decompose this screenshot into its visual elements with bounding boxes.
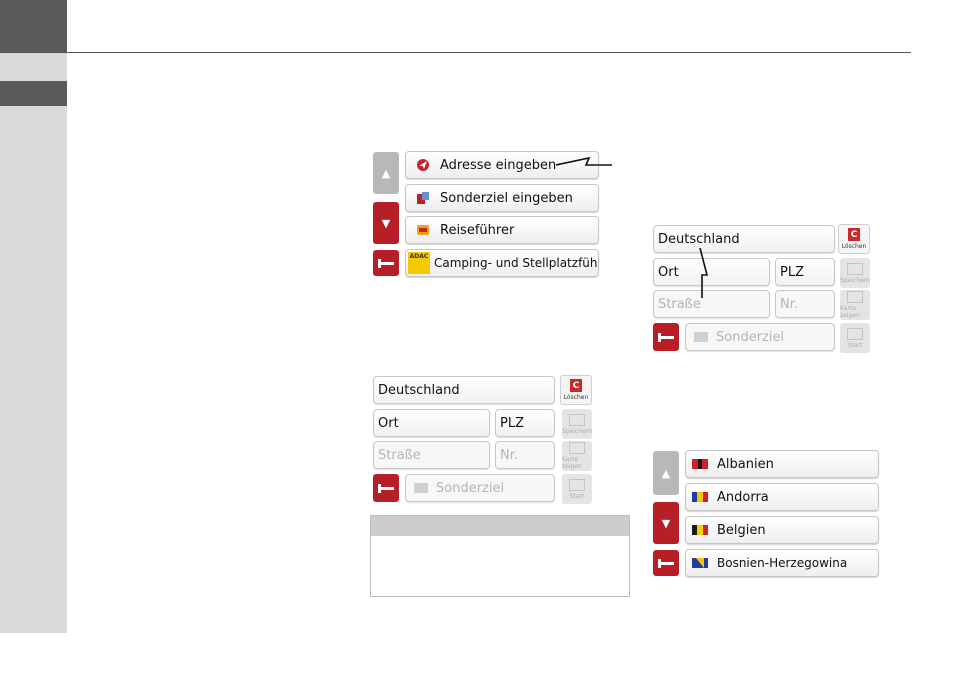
chevron-down-icon: ▼ — [661, 516, 671, 530]
poi-label: Sonderziel — [716, 329, 785, 345]
house-number-field[interactable]: Nr. — [775, 290, 835, 318]
note-box-header — [371, 516, 629, 536]
zip-label: PLZ — [780, 264, 804, 280]
country-label: Bosnien-Herzegowina — [717, 556, 848, 570]
back-button[interactable] — [653, 550, 679, 576]
country-item-albania[interactable]: Albanien — [685, 450, 879, 478]
header-rule — [0, 52, 911, 53]
scroll-down-button[interactable]: ▼ — [373, 202, 399, 244]
country-label: Andorra — [717, 489, 769, 505]
menu-item-poi[interactable]: Sonderziel eingeben — [405, 184, 599, 212]
country-item-belgium[interactable]: Belgien — [685, 516, 879, 544]
chevron-up-icon: ▲ — [661, 466, 671, 480]
poi-label: Sonderziel — [436, 480, 505, 496]
save-button[interactable]: Speichern — [840, 258, 870, 288]
house-number-label: Nr. — [500, 447, 519, 463]
start-icon — [569, 478, 585, 491]
save-label: Speichern — [840, 276, 870, 284]
save-icon — [847, 262, 863, 275]
map-icon — [569, 442, 585, 454]
back-button[interactable] — [373, 474, 399, 502]
clear-icon: C — [570, 379, 582, 392]
city-field[interactable]: Ort — [373, 409, 490, 437]
country-value: Deutschland — [658, 231, 740, 247]
start-label: Start — [847, 341, 863, 349]
start-button[interactable]: Start — [562, 474, 592, 504]
zip-field[interactable]: PLZ — [775, 258, 835, 286]
chapter-corner-block — [0, 0, 67, 52]
back-button[interactable] — [373, 250, 399, 276]
scroll-up-button[interactable]: ▲ — [653, 451, 679, 495]
menu-item-label: Adresse eingeben — [440, 157, 557, 173]
navigation-arrow-icon — [416, 158, 430, 172]
city-label: Ort — [658, 264, 679, 280]
back-arrow-icon — [377, 258, 394, 268]
delete-button[interactable]: C Löschen — [560, 375, 592, 405]
travel-guide-icon — [416, 223, 430, 237]
poi-icon — [414, 483, 428, 493]
callout-pointer — [699, 248, 709, 298]
country-label: Belgien — [717, 522, 766, 538]
clear-icon: C — [848, 228, 860, 241]
scroll-down-button[interactable]: ▼ — [653, 502, 679, 544]
poi-button[interactable]: Sonderziel — [405, 474, 555, 502]
country-value: Deutschland — [378, 382, 460, 398]
menu-item-label: Sonderziel eingeben — [440, 190, 573, 206]
menu-item-label: Camping- und Stellplatzführer — [434, 256, 599, 270]
map-label: Karte zeigen — [562, 456, 582, 470]
menu-item-label: Reiseführer — [440, 222, 515, 238]
street-field[interactable]: Straße — [373, 441, 490, 469]
street-label: Straße — [378, 447, 421, 463]
start-label: Start — [569, 492, 585, 500]
map-label: Karte zeigen — [840, 305, 860, 319]
save-icon — [569, 413, 585, 426]
delete-label: Löschen — [841, 243, 867, 250]
back-button[interactable] — [653, 323, 679, 351]
back-arrow-icon — [377, 483, 394, 493]
country-label: Albanien — [717, 456, 774, 472]
street-label: Straße — [658, 296, 701, 312]
scroll-up-button[interactable]: ▲ — [373, 152, 399, 194]
city-label: Ort — [378, 415, 399, 431]
house-number-label: Nr. — [780, 296, 799, 312]
delete-label: Löschen — [563, 394, 589, 401]
zip-label: PLZ — [500, 415, 524, 431]
flag-icon — [692, 459, 709, 469]
chevron-down-icon: ▼ — [381, 216, 391, 230]
back-arrow-icon — [657, 558, 674, 568]
menu-item-travel-guide[interactable]: Reiseführer — [405, 216, 599, 244]
delete-button[interactable]: C Löschen — [838, 224, 870, 254]
flag-icon — [692, 558, 708, 568]
map-icon — [847, 291, 863, 303]
start-button[interactable]: Start — [840, 323, 870, 353]
country-item-andorra[interactable]: Andorra — [685, 483, 879, 511]
country-item-bosnia[interactable]: Bosnien-Herzegowina — [685, 549, 879, 577]
zip-field[interactable]: PLZ — [495, 409, 555, 437]
save-label: Speichern — [562, 427, 592, 435]
chevron-up-icon: ▲ — [381, 166, 391, 180]
menu-item-camping[interactable]: ADAC Camping- und Stellplatzführer — [405, 249, 599, 277]
save-button[interactable]: Speichern — [562, 409, 592, 439]
show-map-button[interactable]: Karte zeigen — [562, 441, 592, 471]
start-icon — [847, 327, 863, 340]
house-number-field[interactable]: Nr. — [495, 441, 555, 469]
adac-logo: ADAC — [408, 252, 430, 274]
flag-icon — [692, 492, 708, 502]
poi-icon — [416, 191, 430, 205]
country-field[interactable]: Deutschland — [653, 225, 835, 253]
show-map-button[interactable]: Karte zeigen — [840, 290, 870, 320]
poi-icon — [694, 332, 708, 342]
note-box — [370, 515, 630, 597]
flag-icon — [692, 525, 708, 535]
callout-pointer — [556, 156, 612, 166]
back-arrow-icon — [657, 332, 674, 342]
chapter-tab-marker — [0, 81, 67, 106]
country-field[interactable]: Deutschland — [373, 376, 555, 404]
poi-button[interactable]: Sonderziel — [685, 323, 835, 351]
